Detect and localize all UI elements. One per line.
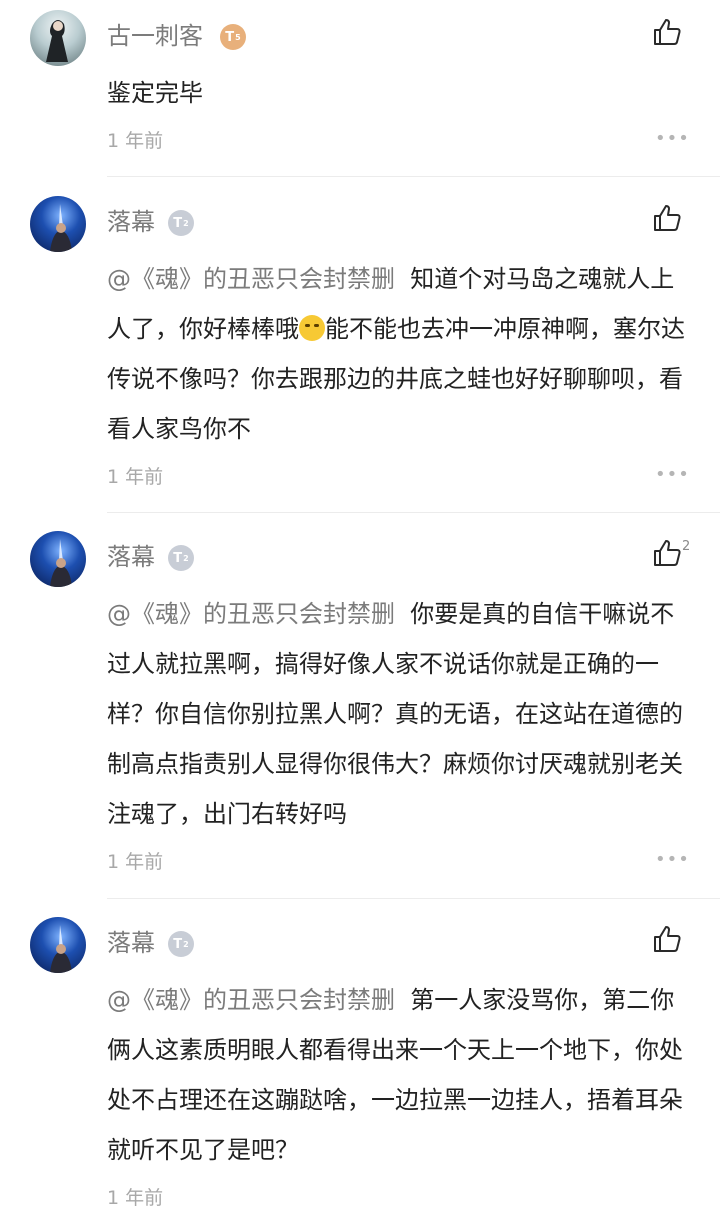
level-badge: T2 [168, 931, 194, 957]
mention-link[interactable]: @《魂》的丑恶只会封禁删 [107, 986, 395, 1014]
mention-link[interactable]: @《魂》的丑恶只会封禁删 [107, 265, 395, 293]
thumbs-up-icon[interactable] [651, 537, 683, 569]
divider [107, 898, 720, 899]
avatar-image [50, 925, 72, 973]
divider [107, 512, 720, 513]
comment-text: 鉴定完毕 [107, 79, 203, 107]
avatar[interactable] [30, 531, 86, 587]
like-count: 2 [682, 539, 691, 554]
thumbs-up-icon[interactable] [651, 923, 683, 955]
eye-roll-emoji-icon [299, 315, 325, 341]
avatar-image [50, 539, 72, 587]
avatar-image [46, 20, 68, 62]
avatar-image [50, 204, 72, 252]
username[interactable]: 落幕 [107, 206, 155, 238]
comment-text: @《魂》的丑恶只会封禁删 第一人家没骂你，第二你俩人这素质明眼人都看得出来一个天… [107, 986, 683, 1164]
avatar[interactable] [30, 10, 86, 66]
timestamp: 1 年前 [107, 466, 164, 488]
username[interactable]: 落幕 [107, 541, 155, 573]
thumbs-up-icon[interactable] [651, 202, 683, 234]
avatar[interactable] [30, 196, 86, 252]
level-badge: T2 [168, 545, 194, 571]
level-badge: T5 [220, 24, 246, 50]
timestamp: 1 年前 [107, 130, 164, 152]
thumbs-up-icon[interactable] [651, 16, 683, 48]
divider [107, 176, 720, 177]
more-dots-icon[interactable]: ••• [655, 128, 690, 149]
comment-text: @《魂》的丑恶只会封禁删 知道个对马岛之魂就人上人了，你好棒棒哦 能不能也去冲一冲… [107, 265, 685, 443]
timestamp: 1 年前 [107, 1187, 164, 1209]
username[interactable]: 古一刺客 [107, 20, 203, 52]
timestamp: 1 年前 [107, 851, 164, 873]
comment-text: @《魂》的丑恶只会封禁删 你要是真的自信干嘛说不过人就拉黑啊，搞得好像人家不说话… [107, 600, 683, 828]
more-dots-icon[interactable]: ••• [655, 464, 690, 485]
avatar[interactable] [30, 917, 86, 973]
mention-link[interactable]: @《魂》的丑恶只会封禁删 [107, 600, 395, 628]
level-badge: T2 [168, 210, 194, 236]
username[interactable]: 落幕 [107, 927, 155, 959]
more-dots-icon[interactable]: ••• [655, 849, 690, 870]
